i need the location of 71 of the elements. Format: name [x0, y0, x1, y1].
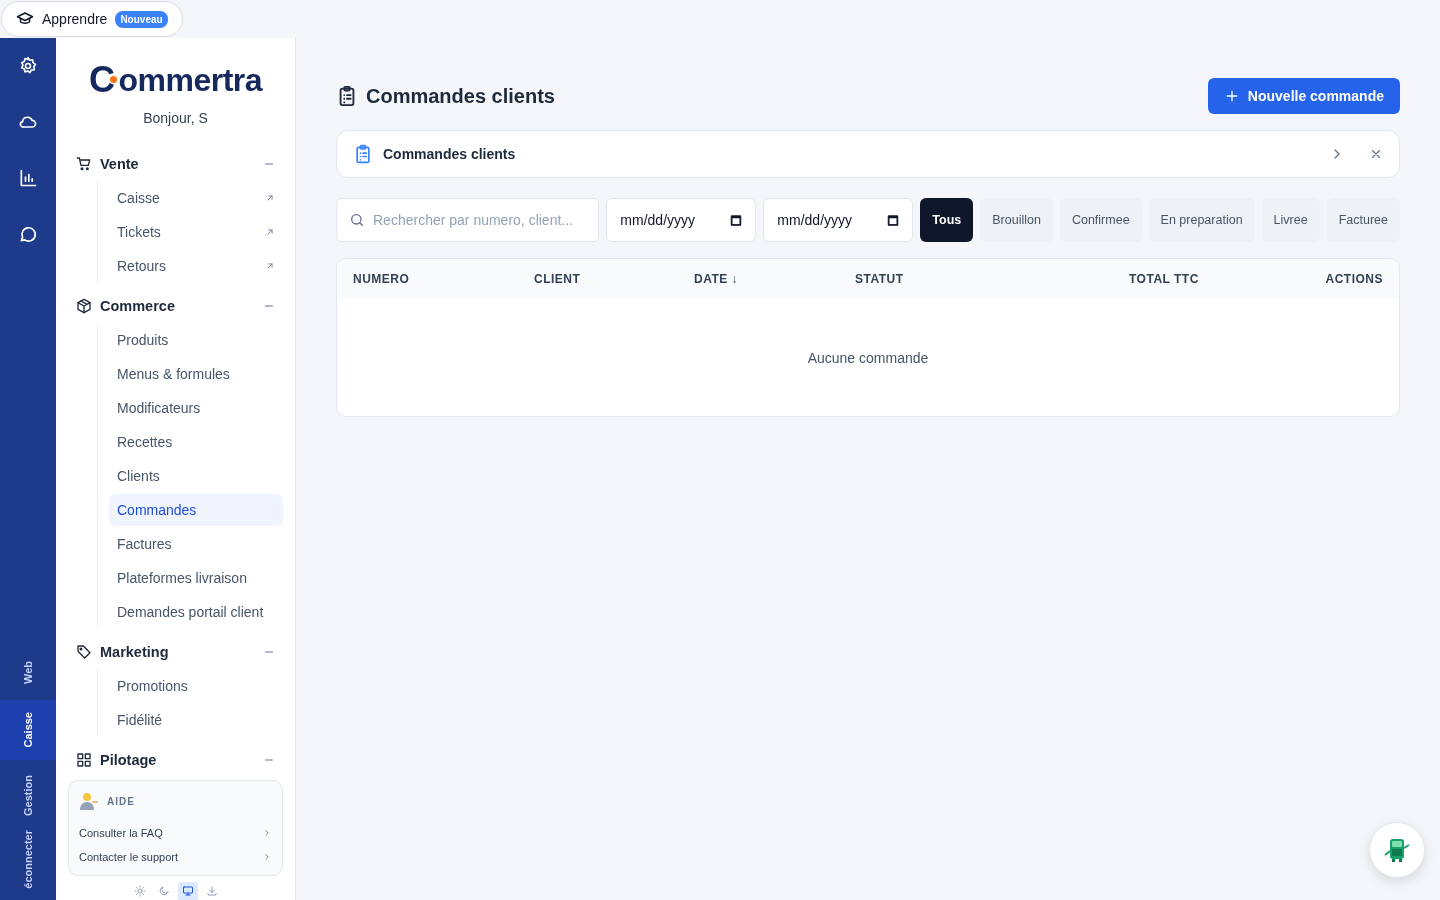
- chat-icon[interactable]: [18, 224, 38, 244]
- moon-icon: [157, 885, 170, 897]
- settings-icon[interactable]: [18, 56, 38, 76]
- grid-icon: [76, 752, 92, 768]
- banner-title: Commandes clients: [383, 146, 517, 162]
- nav-item[interactable]: Menus & formules: [109, 358, 283, 390]
- close-icon: [1369, 147, 1383, 161]
- help-link[interactable]: Consulter la FAQ: [79, 821, 272, 845]
- column-header[interactable]: CLIENT: [534, 272, 694, 286]
- column-header[interactable]: STATUT: [855, 272, 1129, 286]
- column-header[interactable]: ACTIONS: [1325, 272, 1383, 286]
- nav-item[interactable]: Caisse: [109, 182, 283, 214]
- column-header[interactable]: TOTAL TTC: [1129, 272, 1326, 286]
- rail-tab[interactable]: Gestion: [0, 760, 56, 830]
- box-icon: [76, 298, 92, 314]
- status-filter[interactable]: Brouillon: [980, 198, 1053, 242]
- sun-icon: [133, 885, 146, 897]
- chevron-right-icon: [262, 852, 272, 862]
- monitor-icon: [181, 885, 194, 897]
- cart-icon: [76, 156, 92, 172]
- logo-text: ommertra: [118, 61, 263, 99]
- section-header[interactable]: Pilotage: [68, 742, 283, 778]
- download-icon: [205, 885, 218, 897]
- rail-tab[interactable]: éconnecter: [0, 830, 56, 900]
- person-icon: [79, 791, 99, 811]
- nav-item[interactable]: Promotions: [109, 670, 283, 702]
- empty-message: Aucune commande: [807, 349, 929, 366]
- nav-item[interactable]: Tickets: [109, 216, 283, 248]
- help-title: AIDE: [107, 795, 135, 807]
- nav-item[interactable]: Recettes: [109, 426, 283, 458]
- nav-item[interactable]: Clients: [109, 460, 283, 492]
- column-header[interactable]: NUMERO: [353, 272, 534, 286]
- status-filter[interactable]: Facturee: [1326, 198, 1400, 242]
- help-link[interactable]: Contacter le support: [79, 845, 272, 869]
- new-order-button[interactable]: Nouvelle commande: [1207, 78, 1400, 114]
- nav-item[interactable]: Retours: [109, 250, 283, 282]
- theme-button[interactable]: [177, 882, 198, 900]
- nav-item[interactable]: Demandes portail client: [109, 596, 283, 628]
- page-title: Commandes clients: [366, 84, 556, 108]
- nav-item[interactable]: Factures: [109, 528, 283, 560]
- greeting: Bonjour, S: [142, 110, 209, 126]
- tag-icon: [76, 644, 92, 660]
- logo-letter: C: [88, 59, 115, 101]
- nav-item[interactable]: Fidélité: [109, 704, 283, 736]
- search-icon: [349, 212, 365, 228]
- learn-button[interactable]: Apprendre Nouveau: [1, 1, 183, 37]
- status-filter[interactable]: Tous: [920, 198, 974, 242]
- nav-item[interactable]: Produits: [109, 324, 283, 356]
- chevron-right-icon: [262, 828, 272, 838]
- status-filter[interactable]: Livree: [1261, 198, 1320, 242]
- calendar-icon: [886, 213, 901, 227]
- clipboard-icon: [353, 144, 373, 164]
- calendar-icon: [729, 213, 744, 227]
- section-header[interactable]: Commerce: [68, 288, 283, 324]
- nav-item[interactable]: Commandes: [109, 494, 283, 526]
- date-field[interactable]: mm/dd/yyyy: [763, 198, 914, 242]
- section-header[interactable]: Marketing: [68, 634, 283, 670]
- bar-chart-icon[interactable]: [18, 168, 38, 188]
- rail-tab[interactable]: Caisse: [0, 700, 56, 760]
- column-header[interactable]: DATE ↓: [694, 272, 855, 286]
- external-link-icon: [265, 227, 275, 237]
- section-header[interactable]: Vente: [68, 146, 283, 182]
- status-filter[interactable]: Confirmee: [1059, 198, 1142, 242]
- date-field[interactable]: mm/dd/yyyy: [606, 198, 757, 242]
- external-link-icon: [265, 193, 275, 203]
- nav-item[interactable]: Modificateurs: [109, 392, 283, 424]
- external-link-icon: [265, 261, 275, 271]
- status-filter[interactable]: En preparation: [1148, 198, 1255, 242]
- new-badge: Nouveau: [115, 10, 168, 28]
- rail-tab[interactable]: Web: [0, 646, 56, 700]
- nav-item[interactable]: Plateformes livraison: [109, 562, 283, 594]
